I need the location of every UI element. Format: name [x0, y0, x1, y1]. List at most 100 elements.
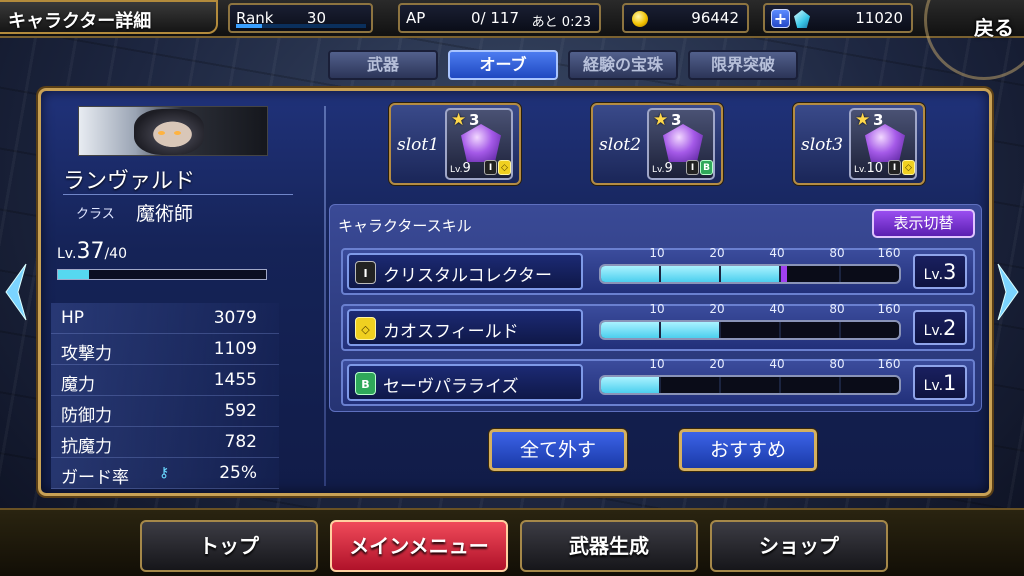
tab-limit-break[interactable]: 限界突破	[688, 50, 798, 80]
ap-timer: あと 0:23	[531, 15, 591, 30]
stat-label: ガード率	[61, 468, 129, 488]
bottom-nav: トップ メインメニュー 武器生成 ショップ	[0, 508, 1024, 576]
skill-gauge	[599, 264, 901, 284]
stat-label: 魔力	[61, 375, 95, 395]
skill-name: セーヴパラライズ	[383, 377, 519, 397]
recommend-button[interactable]: おすすめ	[679, 429, 817, 471]
stat-label: 攻撃力	[61, 344, 112, 364]
ap-display: AP 0/ 117 あと 0:23	[398, 3, 601, 33]
add-gems-icon[interactable]: +	[771, 9, 790, 28]
exp-bar	[57, 269, 267, 280]
skill-level: Lv.3	[913, 254, 967, 289]
coin-icon	[632, 11, 648, 27]
orb-slot-3[interactable]: slot3 ★ 3 Lv.10 I ◇	[793, 103, 925, 185]
nav-shop[interactable]: ショップ	[710, 520, 888, 572]
tick-label: 10	[649, 246, 665, 260]
gil-value: 96442	[691, 9, 739, 27]
ap-label: AP	[406, 9, 426, 27]
rank-display: Rank 30	[228, 3, 373, 33]
purple-crystal-icon	[865, 124, 905, 162]
skill-name-plate: ◇ カオスフィールド	[347, 309, 583, 346]
nav-top[interactable]: トップ	[140, 520, 318, 572]
stat-row-attack: 攻撃力 1109	[51, 334, 279, 365]
skill-icon: ◇	[355, 317, 376, 340]
tick-label: 10	[649, 357, 665, 371]
slot-label: slot3	[801, 135, 844, 155]
stat-row-defense: 防御力 592	[51, 396, 279, 427]
stat-value: 3079	[213, 308, 257, 328]
class-value: 魔術師	[136, 203, 194, 225]
orb-level: Lv.10	[854, 161, 884, 176]
tick-label: 160	[877, 302, 901, 316]
rank-progress-bar	[236, 24, 366, 28]
tick-label: 160	[877, 246, 901, 260]
skill-icon: I	[355, 261, 376, 284]
stat-row-magic: 魔力 1455	[51, 365, 279, 396]
orb-item: ★ 3 Lv.9 I ◇	[445, 108, 513, 180]
tick-label: 80	[829, 357, 845, 371]
next-character-arrow-icon[interactable]	[996, 262, 1022, 322]
purple-crystal-icon	[663, 124, 703, 162]
orb-item: ★ 3 Lv.10 I ◇	[849, 108, 917, 180]
stat-label: 抗魔力	[61, 437, 112, 457]
stat-row-guard: ガード率 ⚷ 25%	[51, 458, 279, 489]
tick-label: 40	[769, 357, 785, 371]
tab-orb[interactable]: オーブ	[448, 50, 558, 80]
top-bar: キャラクター詳細 Rank 30 AP 0/ 117 あと 0:23 96442…	[0, 0, 1024, 80]
slot-label: slot1	[397, 135, 440, 155]
back-button[interactable]: 戻る	[974, 12, 1014, 41]
skill-row-3[interactable]: B セーヴパラライズ 10 20 40 80 160 Lv.1	[341, 357, 975, 406]
stat-value: 782	[224, 432, 257, 452]
orb-level: Lv.9	[450, 161, 471, 176]
unequip-all-button[interactable]: 全て外す	[489, 429, 627, 471]
gil-display: 96442	[622, 3, 749, 33]
gauge-fill	[601, 266, 780, 282]
skill-type-icon: ◇	[498, 160, 511, 175]
stat-value: 25%	[219, 463, 257, 483]
skill-type-icon: I	[484, 160, 497, 175]
page-title: キャラクター詳細	[0, 0, 218, 34]
level-prefix: Lv.	[57, 246, 77, 262]
tick-label: 10	[649, 302, 665, 316]
stat-label: HP	[61, 308, 85, 328]
stat-row-hp: HP 3079	[51, 303, 279, 334]
orb-level: Lv.9	[652, 161, 673, 176]
star-icon: ★	[653, 110, 669, 130]
character-detail-panel: ランヴァルド クラス 魔術師 Lv.37/40 HP 3079 攻撃力 1109 魔…	[38, 88, 992, 496]
tab-weapon[interactable]: 武器	[328, 50, 438, 80]
skill-row-2[interactable]: ◇ カオスフィールド 10 20 40 80 160 Lv.2	[341, 302, 975, 351]
skill-level: Lv.1	[913, 365, 967, 400]
stat-label: 防御力	[61, 406, 112, 426]
orb-slot-2[interactable]: slot2 ★ 3 Lv.9 I B	[591, 103, 723, 185]
display-toggle-button[interactable]: 表示切替	[872, 209, 975, 238]
prev-character-arrow-icon[interactable]	[2, 262, 28, 322]
tick-label: 20	[709, 246, 725, 260]
skill-level: Lv.2	[913, 310, 967, 345]
skill-name: クリスタルコレクター	[383, 266, 552, 286]
skills-heading: キャラクタースキル	[338, 217, 472, 235]
skill-type-icon: I	[888, 160, 901, 175]
character-skills-panel: キャラクタースキル 表示切替 I クリスタルコレクター 10 20 40 80 …	[329, 204, 982, 412]
key-icon: ⚷	[159, 465, 170, 481]
nav-weapon-craft[interactable]: 武器生成	[520, 520, 698, 572]
purple-crystal-icon	[461, 124, 501, 162]
tick-label: 80	[829, 302, 845, 316]
tick-label: 160	[877, 357, 901, 371]
character-level: Lv.37/40	[57, 239, 127, 264]
orb-slot-1[interactable]: slot1 ★ 3 Lv.9 I ◇	[389, 103, 521, 185]
skill-type-icon: ◇	[902, 160, 915, 175]
tick-label: 40	[769, 246, 785, 260]
level-max: /40	[104, 246, 127, 262]
character-face-image	[134, 109, 204, 155]
gem-icon	[794, 10, 810, 28]
tab-exp-orb[interactable]: 経験の宝珠	[568, 50, 678, 80]
stat-value: 1455	[213, 370, 257, 390]
divider	[63, 194, 293, 195]
stat-value: 1109	[213, 339, 257, 359]
character-portrait	[78, 106, 268, 156]
skill-row-1[interactable]: I クリスタルコレクター 10 20 40 80 160 Lv.3	[341, 246, 975, 295]
vertical-divider	[324, 106, 326, 486]
ap-value: 0/ 117	[471, 9, 519, 27]
skill-gauge	[599, 375, 901, 395]
nav-main-menu[interactable]: メインメニュー	[330, 520, 508, 572]
